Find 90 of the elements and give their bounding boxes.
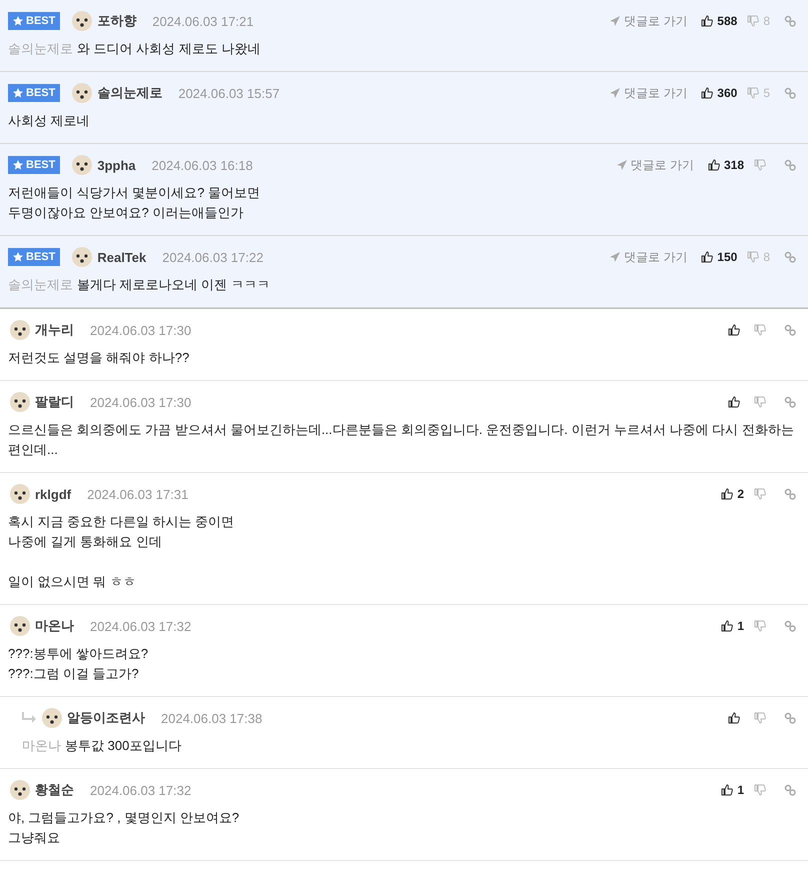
thumbs-up-icon[interactable] [701, 251, 714, 263]
comment-date: 2024.06.03 17:30 [90, 394, 192, 410]
comment-date: 2024.06.03 17:31 [87, 486, 188, 502]
send-arrow-icon[interactable] [610, 16, 620, 26]
author-name[interactable]: 3ppha [97, 158, 136, 172]
comment-date: 2024.06.03 15:57 [178, 86, 280, 100]
avatar-icon [8, 318, 32, 342]
avatar-icon [70, 81, 94, 105]
like-count: 588 [717, 14, 738, 28]
thumbs-up-icon[interactable] [701, 15, 714, 27]
author-name[interactable]: 황철순 [35, 781, 74, 799]
author-name[interactable]: 알등이조련사 [67, 709, 145, 727]
avatar-icon [8, 390, 32, 414]
thumbs-down-icon[interactable] [754, 620, 766, 632]
comment-date: 2024.06.03 17:32 [90, 618, 192, 634]
link-icon[interactable] [784, 15, 796, 27]
link-icon[interactable] [784, 396, 796, 408]
best-badge: BEST [8, 12, 60, 30]
comment-date: 2024.06.03 17:21 [152, 14, 254, 28]
thumbs-down-icon[interactable] [747, 15, 760, 27]
like-count: 1 [737, 783, 744, 797]
comment-date: 2024.06.03 16:18 [152, 158, 253, 172]
comment-date: 2024.06.03 17:38 [161, 710, 262, 726]
thumbs-up-icon[interactable] [728, 324, 740, 336]
thumbs-up-icon[interactable] [728, 712, 740, 724]
avatar-icon [8, 614, 32, 638]
link-icon[interactable] [784, 159, 796, 171]
thumbs-up-icon[interactable] [708, 159, 720, 171]
dislike-count: 5 [763, 86, 770, 100]
author-name[interactable]: 개누리 [35, 321, 74, 339]
like-count: 1 [737, 619, 744, 633]
link-icon[interactable] [784, 87, 796, 99]
link-icon[interactable] [784, 712, 796, 724]
link-icon[interactable] [784, 784, 796, 796]
thumbs-down-icon[interactable] [754, 784, 766, 796]
thumbs-up-icon[interactable] [721, 784, 734, 796]
comment-text: 사회성 제로네 [8, 112, 91, 130]
author-name[interactable]: RealTek [97, 250, 146, 264]
comment-text: 저런것도 설명을 해줘야 하나?? [8, 349, 190, 367]
link-icon[interactable] [784, 620, 796, 632]
comment-text: 솔의눈제로 와 드디어 사회성 제로도 나왔네 [8, 40, 262, 58]
thumbs-down-icon[interactable] [754, 324, 766, 336]
thumbs-up-icon[interactable] [721, 620, 734, 632]
reply-arrow-icon [22, 712, 36, 724]
comment-date: 2024.06.03 17:22 [162, 250, 264, 264]
dislike-count: 8 [763, 250, 770, 264]
comment-text: 일이 없으시면 뭐 ㅎㅎ [8, 573, 137, 591]
author-name[interactable]: 솔의눈제로 [97, 84, 162, 102]
thumbs-down-icon[interactable] [754, 396, 766, 408]
author-name[interactable]: 포하향 [97, 12, 136, 30]
send-arrow-icon[interactable] [616, 160, 627, 170]
best-badge: BEST [8, 84, 60, 102]
comment-text: ???:봉투에 쌓아드려요? ???:그럼 이걸 들고가? [8, 645, 150, 683]
avatar-icon [8, 482, 32, 506]
avatar-icon [70, 153, 94, 177]
like-count: 360 [717, 86, 738, 100]
author-name[interactable]: 팔랄디 [35, 393, 74, 411]
dislike-count: 8 [763, 14, 770, 28]
comment-text: 혹시 지금 중요한 다른일 하시는 중이면 나중에 길게 통화해요 인데 [8, 513, 236, 551]
avatar-icon [70, 245, 94, 269]
comment-text: 저런애들이 식당가서 몇분이세요? 물어보면 두명이잖아요 안보여요? 이러는애들인가 [8, 184, 262, 222]
author-name[interactable]: 마온나 [35, 617, 74, 635]
thumbs-down-icon[interactable] [754, 712, 766, 724]
like-count: 2 [737, 487, 744, 501]
avatar-icon [8, 778, 32, 802]
link-icon[interactable] [784, 488, 796, 500]
thumbs-up-icon[interactable] [728, 396, 740, 408]
best-badge: BEST [8, 156, 60, 174]
comment-date: 2024.06.03 17:32 [90, 782, 192, 798]
thumbs-down-icon[interactable] [747, 251, 760, 263]
comment-text: 으르신들은 회의중에도 가끔 받으셔서 물어보긴하는데...다른분들은 회의중입니다. 운전중입니다. 이런거 누르셔서 나중에 다시 전화하는 편인데... [8, 421, 795, 459]
link-icon[interactable] [784, 324, 796, 336]
send-arrow-icon[interactable] [610, 252, 620, 262]
thumbs-up-icon[interactable] [721, 488, 734, 500]
comment-text: 야, 그럼들고가요? , 몇명인지 안보여요? 그냥줘요 [8, 809, 240, 847]
send-arrow-icon[interactable] [610, 88, 620, 98]
comment-date: 2024.06.03 17:30 [90, 322, 192, 338]
like-count: 318 [724, 158, 744, 172]
thumbs-up-icon[interactable] [701, 87, 714, 99]
thumbs-down-icon[interactable] [747, 87, 760, 99]
thumbs-down-icon[interactable] [754, 488, 766, 500]
avatar-icon [40, 706, 64, 730]
like-count: 150 [717, 250, 738, 264]
link-icon[interactable] [784, 251, 796, 263]
avatar-icon [70, 9, 94, 33]
author-name[interactable]: rklgdf [35, 486, 72, 502]
comment-text: 솔의눈제로 볼게다 제로로나오네 이젠 ㅋㅋㅋ [8, 276, 271, 294]
thumbs-down-icon[interactable] [754, 159, 766, 171]
best-badge: BEST [8, 248, 60, 266]
comment-text: 마온나 봉투값 300포입니다 [22, 737, 182, 755]
